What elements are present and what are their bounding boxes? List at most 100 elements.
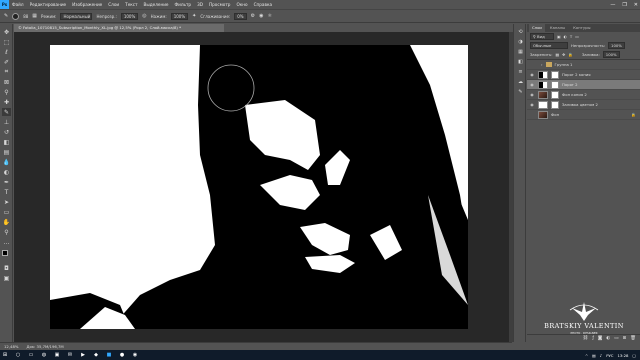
layer-fill-field[interactable]: 100%	[602, 51, 620, 58]
visibility-eye-icon[interactable]: ◉	[529, 102, 535, 107]
layer-mask-thumbnail[interactable]	[551, 70, 559, 79]
menu-layers[interactable]: Слои	[105, 2, 122, 7]
menu-type[interactable]: Текст	[122, 2, 140, 7]
menu-filter[interactable]: Фильтр	[172, 2, 195, 7]
more-tools-icon[interactable]: …	[2, 238, 11, 246]
clock[interactable]: 13:28	[617, 353, 628, 358]
explorer-icon[interactable]: ▣	[54, 352, 60, 358]
flow-field[interactable]: 100%	[170, 12, 189, 20]
menu-image[interactable]: Изображение	[69, 2, 105, 7]
layer-row[interactable]: ◉ Заливка цветом 2	[527, 100, 640, 110]
layer-row[interactable]: ◉ Порог 2	[527, 80, 640, 90]
task-view-icon[interactable]: ▭	[28, 352, 34, 358]
layer-mask-thumbnail[interactable]	[551, 90, 559, 99]
menu-file[interactable]: Файл	[9, 2, 27, 7]
shape-tool-icon[interactable]: ▭	[2, 208, 11, 216]
tab-layers[interactable]: Слои	[529, 24, 545, 32]
pressure-opacity-icon[interactable]: ◎	[142, 13, 146, 19]
layer-row[interactable]: › Группа 1	[527, 60, 640, 70]
browser-icon[interactable]: ◍	[41, 352, 47, 358]
crop-tool-icon[interactable]: ⌗	[2, 68, 11, 76]
layer-mask-thumbnail[interactable]	[551, 100, 559, 109]
pen-tool-icon[interactable]: ✒	[2, 178, 11, 186]
image-canvas[interactable]	[50, 45, 468, 329]
brush-settings-icon[interactable]: ▦	[32, 13, 37, 19]
tray-up-arrow-icon[interactable]: ^	[585, 353, 588, 358]
notifications-icon[interactable]: ▢	[632, 353, 636, 358]
visibility-eye-icon[interactable]: ◉	[529, 72, 535, 77]
quick-mask-icon[interactable]: ◘	[2, 264, 11, 272]
pressure-size-icon[interactable]: ◉	[259, 13, 263, 19]
mode-select[interactable]: Нормальный	[60, 12, 93, 20]
volume-icon[interactable]: ♪	[600, 353, 602, 358]
eyedropper-tool-icon[interactable]: ⚲	[2, 88, 11, 96]
visibility-eye-icon[interactable]: ◉	[529, 82, 535, 87]
smoothing-field[interactable]: 0%	[234, 12, 247, 20]
hand-tool-icon[interactable]: ✋	[2, 218, 11, 226]
filter-adjust-icon[interactable]: ◐	[564, 34, 567, 39]
mail-icon[interactable]: ✉	[67, 352, 73, 358]
lock-pixels-icon[interactable]: ▦	[555, 52, 559, 57]
path-select-tool-icon[interactable]: ➤	[2, 198, 11, 206]
language-indicator[interactable]: РУС	[606, 353, 613, 358]
lock-position-icon[interactable]: ✥	[562, 52, 565, 57]
zoom-level[interactable]: 12,48%	[4, 344, 18, 349]
layer-opacity-field[interactable]: 100%	[608, 42, 625, 49]
expand-arrow-icon[interactable]: ›	[541, 62, 543, 67]
layer-row[interactable]: Фон 🔒	[527, 110, 640, 120]
dodge-tool-icon[interactable]: ◐	[2, 168, 11, 176]
media-icon[interactable]: ▶	[80, 352, 86, 358]
menu-select[interactable]: Выделение	[141, 2, 172, 7]
tab-channels[interactable]: Каналы	[547, 24, 568, 32]
frame-tool-icon[interactable]: ⊠	[2, 78, 11, 86]
blend-mode-select[interactable]: Обычные	[530, 42, 568, 49]
opacity-field[interactable]: 100%	[120, 12, 139, 20]
smoothing-settings-icon[interactable]: ⚙	[251, 13, 255, 19]
quick-select-tool-icon[interactable]: ✐	[2, 58, 11, 66]
filter-pixel-icon[interactable]: ▣	[557, 34, 561, 39]
brushes-panel-icon[interactable]: ✎	[517, 88, 524, 95]
symmetry-icon[interactable]: ⚛	[267, 13, 271, 19]
zoom-tool-icon[interactable]: ⚲	[2, 228, 11, 236]
history-panel-icon[interactable]: ⟲	[517, 28, 524, 35]
windows-start-icon[interactable]: ⊞	[2, 352, 8, 358]
lasso-tool-icon[interactable]: ℓ	[2, 48, 11, 56]
app-icon[interactable]: ◆	[93, 352, 99, 358]
taskbar-search-icon[interactable]: ○	[15, 352, 21, 358]
layer-mask-thumbnail[interactable]	[551, 80, 559, 89]
menu-help[interactable]: Справка	[251, 2, 275, 7]
app-icon[interactable]: ●	[119, 352, 125, 358]
eraser-tool-icon[interactable]: ◧	[2, 138, 11, 146]
foreground-color-swatch[interactable]	[2, 250, 8, 256]
move-tool-icon[interactable]: ✥	[2, 28, 11, 36]
menu-view[interactable]: Просмотр	[206, 2, 234, 7]
type-tool-icon[interactable]: T	[2, 188, 11, 196]
layer-filter-select[interactable]: ⚲ Вид	[530, 33, 554, 40]
photoshop-taskbar-icon[interactable]: ■	[106, 352, 112, 358]
close-button[interactable]: ✕	[634, 2, 638, 8]
brush-tool-icon[interactable]: ✎	[4, 13, 8, 19]
airbrush-icon[interactable]: ✦	[192, 13, 196, 19]
color-panel-icon[interactable]: ◑	[517, 38, 524, 45]
brush-preset-picker[interactable]	[12, 12, 20, 20]
adjustments-panel-icon[interactable]: ◧	[517, 58, 524, 65]
app-icon[interactable]: ◉	[132, 352, 138, 358]
stamp-tool-icon[interactable]: ⊥	[2, 118, 11, 126]
menu-window[interactable]: Окно	[233, 2, 250, 7]
history-brush-tool-icon[interactable]: ↺	[2, 128, 11, 136]
filter-shape-icon[interactable]: ▭	[575, 34, 579, 39]
lock-all-icon[interactable]: 🔒	[568, 52, 573, 57]
properties-panel-icon[interactable]: ≡	[517, 68, 524, 75]
network-icon[interactable]: ▤	[592, 353, 596, 358]
blur-tool-icon[interactable]: 💧	[2, 158, 11, 166]
document-tab[interactable]: © Fotolia_10710815_Subscription_Monthly_…	[14, 24, 224, 32]
libraries-panel-icon[interactable]: ☁	[517, 78, 524, 85]
maximize-button[interactable]: ❐	[622, 2, 626, 8]
minimize-button[interactable]: —	[610, 2, 615, 8]
marquee-tool-icon[interactable]: ⬚	[2, 38, 11, 46]
menu-edit[interactable]: Редактирование	[27, 2, 70, 7]
filter-type-icon[interactable]: T	[570, 34, 572, 39]
layer-row[interactable]: ◉ Порог 2 копия	[527, 70, 640, 80]
menu-3d[interactable]: 3D	[194, 2, 206, 7]
gradient-tool-icon[interactable]: ▤	[2, 148, 11, 156]
